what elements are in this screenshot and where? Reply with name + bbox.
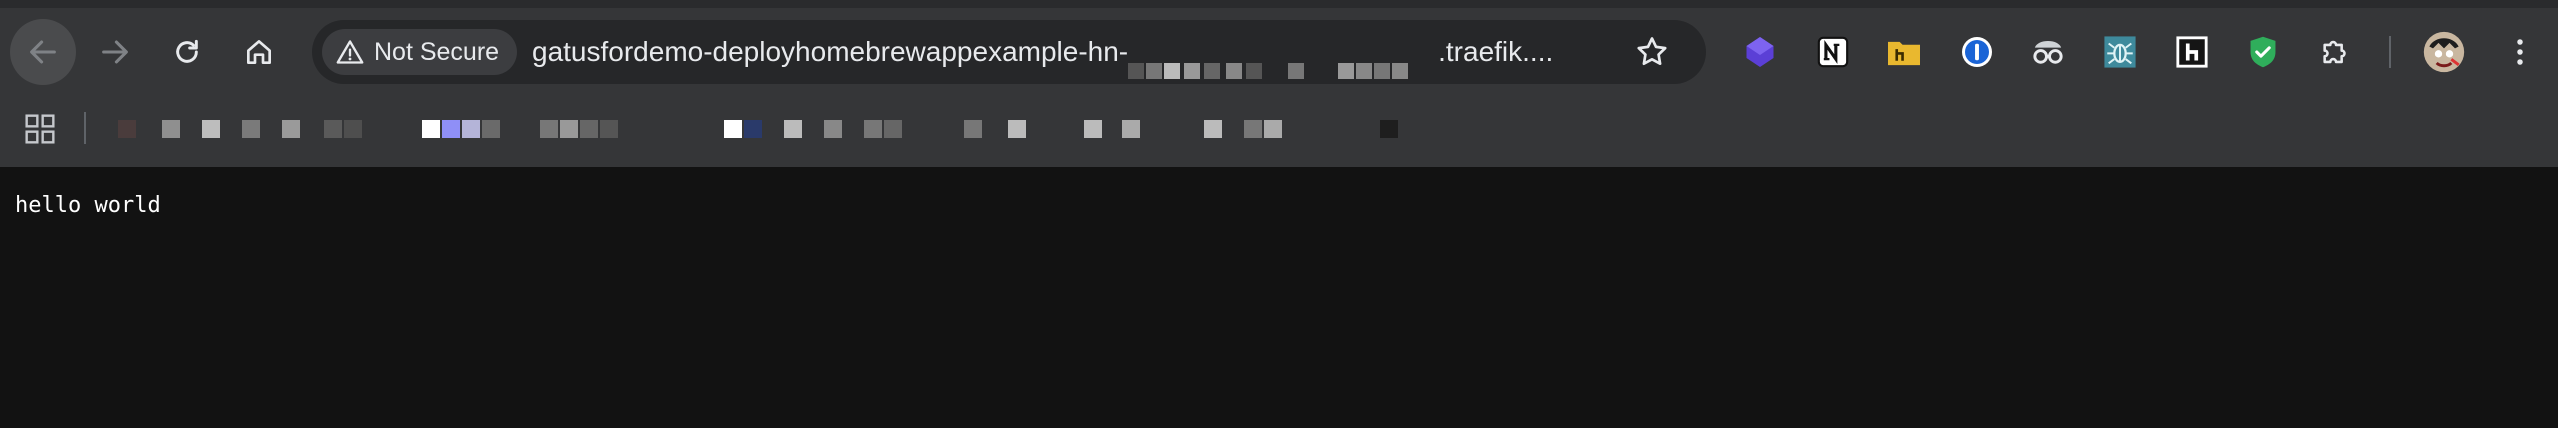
folder-icon[interactable] <box>1884 32 1924 72</box>
home-button[interactable] <box>226 19 292 85</box>
browser-chrome: Not Secure gatusfordemo-deployhomebrewap… <box>0 0 2558 167</box>
toolbar-divider <box>2389 36 2391 68</box>
crystal-icon[interactable] <box>1740 32 1780 72</box>
reload-button[interactable] <box>154 19 220 85</box>
address-bar[interactable]: Not Secure gatusfordemo-deployhomebrewap… <box>312 20 1706 84</box>
security-chip-label: Not Secure <box>374 37 500 66</box>
tab-strip <box>0 0 2558 8</box>
redacted-url-segment <box>1128 41 1438 79</box>
reload-icon <box>176 39 198 63</box>
warning-triangle-icon <box>336 40 364 64</box>
avatar[interactable] <box>2422 30 2466 74</box>
password-manager-icon[interactable] <box>1957 32 1997 72</box>
page-content: hello world <box>0 167 2558 428</box>
bug-icon[interactable] <box>2100 32 2140 72</box>
redacted-bookmarks[interactable] <box>118 120 1408 138</box>
back-button[interactable] <box>10 19 76 85</box>
dark-h-icon[interactable] <box>2172 32 2212 72</box>
page-body-text: hello world <box>15 193 161 218</box>
arrow-right-icon <box>102 40 128 64</box>
url-suffix: .traefik.... <box>1438 36 1554 67</box>
bookmark-star-icon[interactable] <box>1634 34 1670 70</box>
url-text[interactable]: gatusfordemo-deployhomebrewappexample-hn… <box>532 20 1553 84</box>
puzzle-icon[interactable] <box>2316 32 2356 72</box>
notion-icon[interactable] <box>1813 32 1853 72</box>
shield-check-icon[interactable] <box>2243 32 2283 72</box>
arrow-left-icon <box>30 40 56 64</box>
bookmarks-bar <box>0 100 2558 158</box>
security-chip[interactable]: Not Secure <box>322 29 518 75</box>
url-prefix: gatusfordemo-deployhomebrewappexample-hn… <box>532 36 1129 67</box>
spy-glasses-icon[interactable] <box>2028 32 2068 72</box>
forward-button[interactable] <box>82 19 148 85</box>
kebab-menu-icon[interactable] <box>2500 32 2540 72</box>
apps-grid-icon[interactable] <box>24 113 56 145</box>
bookmarks-divider <box>84 112 86 144</box>
home-icon <box>247 40 271 64</box>
